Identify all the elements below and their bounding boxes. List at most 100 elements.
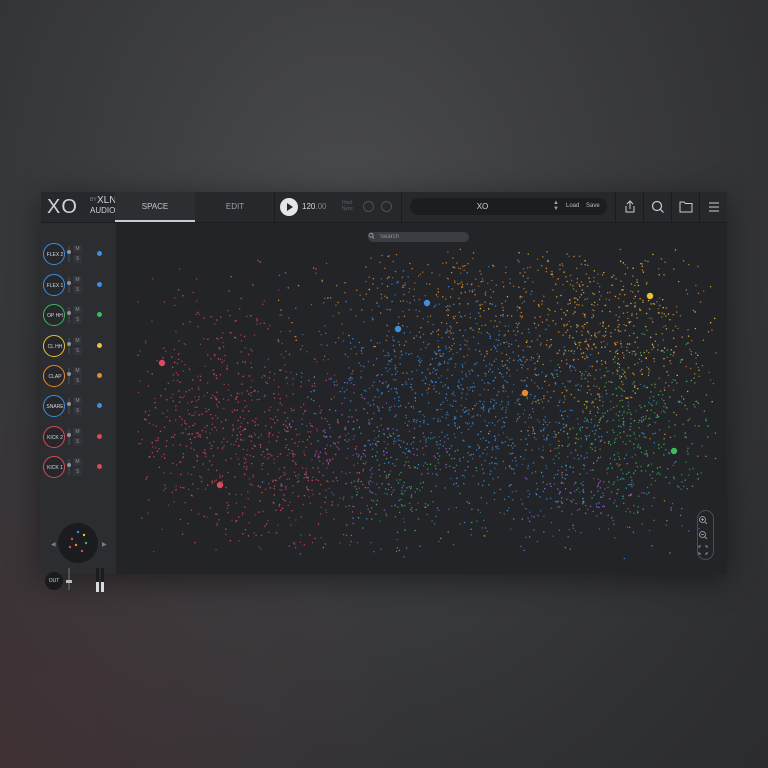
pad-color-dot [97, 434, 102, 439]
kit-selector[interactable]: XO ▲ ▼ Load Save [410, 198, 607, 215]
sync-play-icon[interactable] [381, 201, 392, 212]
pad-button[interactable]: FLEX 1 [43, 274, 65, 296]
menu-icon[interactable] [700, 192, 728, 222]
pad-button[interactable]: KICK 2 [43, 426, 65, 448]
selected-sample-marker[interactable] [394, 325, 402, 333]
selected-sample-marker[interactable] [646, 292, 654, 300]
folder-icon[interactable] [672, 192, 700, 222]
selected-sample-marker[interactable] [670, 447, 678, 455]
save-button[interactable]: Save [586, 203, 600, 209]
search-bar[interactable] [368, 232, 469, 242]
pad-label: FLEX 1 [46, 283, 64, 289]
pad-row[interactable]: KICK 1 MS [42, 456, 115, 482]
top-bar: XO BY XLN AUDIO SPACE EDIT 120.00 Host Sy… [41, 192, 727, 223]
pad-color-dot [97, 464, 102, 469]
logo-xln-text: XLN [97, 195, 117, 206]
tab-edit[interactable]: EDIT [195, 192, 275, 222]
chevron-right-icon[interactable]: ▶ [102, 541, 107, 548]
solo-button[interactable]: S [73, 255, 82, 263]
pad-row[interactable]: SNARE M S [42, 395, 115, 421]
sync-link-icon[interactable] [363, 201, 374, 212]
mute-button[interactable]: M [73, 458, 82, 466]
mute-button[interactable]: M [73, 306, 82, 314]
tempo-decimal: .00 [315, 202, 327, 211]
pad-sidebar: FLEX 2 M S FLEX 1 M S OP HH M S CL HH M S CLAP M S SNAR… [41, 223, 115, 592]
pattern-dial[interactable] [58, 523, 98, 563]
selected-sample-marker[interactable] [423, 299, 431, 307]
pad-row[interactable]: OP HH M S [42, 304, 115, 330]
share-icon[interactable] [616, 192, 644, 222]
chevron-left-icon[interactable]: ◀ [51, 541, 56, 548]
zoom-in-icon[interactable] [698, 515, 708, 525]
pad-color-dot [97, 343, 102, 348]
output-meter-right [101, 568, 104, 592]
mute-button[interactable]: M [73, 397, 82, 405]
pad-label: OP HH [47, 313, 63, 319]
load-button[interactable]: Load [566, 203, 579, 209]
zoom-out-icon[interactable] [698, 530, 708, 540]
mute-button[interactable]: M [73, 337, 82, 345]
pad-volume-slider[interactable] [67, 429, 71, 445]
pad-color-dot [97, 403, 102, 408]
pad-color-dot [97, 373, 102, 378]
pad-label: KICK 1 [47, 465, 63, 471]
pad-row[interactable]: CL HH M S [42, 335, 115, 361]
xo-app-window: XO BY XLN AUDIO SPACE EDIT 120.00 Host Sy… [41, 192, 727, 592]
logo-by-text: BY [90, 197, 97, 203]
pad-row[interactable]: CLAP M S [42, 365, 115, 391]
sample-space-map[interactable] [116, 223, 727, 574]
pad-label: CL HH [47, 344, 63, 350]
pad-volume-slider[interactable] [67, 338, 71, 354]
selected-sample-marker[interactable] [158, 359, 166, 367]
output-button[interactable]: OUT [45, 572, 63, 590]
pad-button[interactable]: OP HH [43, 304, 65, 326]
pad-volume-slider[interactable] [67, 246, 71, 262]
mute-button[interactable]: M [73, 428, 82, 436]
kit-up-down-icon[interactable]: ▲ ▼ [553, 200, 559, 212]
tab-space[interactable]: SPACE [115, 192, 195, 222]
pad-color-dot [97, 282, 102, 287]
pad-volume-slider[interactable] [67, 277, 71, 293]
pad-row[interactable]: FLEX 2 MS [42, 243, 115, 269]
pad-button[interactable]: FLEX 2 [43, 243, 65, 265]
pad-volume-slider[interactable] [67, 459, 71, 475]
search-icon[interactable] [644, 192, 672, 222]
zoom-controls [697, 510, 714, 560]
pad-button[interactable]: SNARE [43, 395, 65, 417]
pad-volume-slider[interactable] [67, 398, 71, 414]
pad-button[interactable]: CLAP [43, 365, 65, 387]
solo-button[interactable]: S [73, 316, 82, 324]
kit-name: XO [476, 202, 489, 211]
solo-button[interactable]: S [73, 407, 82, 415]
output-meter-left [96, 568, 99, 592]
search-input[interactable] [380, 232, 466, 242]
pad-label: SNARE [46, 404, 64, 410]
solo-button[interactable]: S [73, 377, 82, 385]
pad-button[interactable]: CL HH [43, 335, 65, 357]
pad-row[interactable]: FLEX 1 MS [42, 274, 115, 300]
output-fader[interactable] [66, 568, 72, 590]
selected-sample-marker[interactable] [216, 481, 224, 489]
host-sync-label: Host Sync [342, 200, 353, 212]
logo-xo-text: XO [47, 196, 78, 218]
pad-row[interactable]: KICK 2 MS [42, 426, 115, 452]
pad-button[interactable]: KICK 1 [43, 456, 65, 478]
selected-sample-marker[interactable] [521, 389, 529, 397]
play-button[interactable] [280, 198, 298, 216]
sample-scatter-map[interactable] [116, 223, 727, 574]
mute-button[interactable]: M [73, 276, 82, 284]
dial-dots [68, 530, 88, 553]
logo-audio-text: AUDIO [90, 206, 116, 215]
mute-button[interactable]: M [73, 367, 82, 375]
fit-view-icon[interactable] [698, 545, 708, 555]
mute-button[interactable]: M [73, 245, 82, 253]
pad-volume-slider[interactable] [67, 368, 71, 384]
solo-button[interactable]: S [73, 438, 82, 446]
pad-volume-slider[interactable] [67, 307, 71, 323]
host-sync-line2: Sync [342, 206, 354, 212]
tempo-display[interactable]: 120.00 [302, 202, 326, 211]
solo-button[interactable]: S [73, 468, 82, 476]
solo-button[interactable]: S [73, 347, 82, 355]
solo-button[interactable]: S [73, 286, 82, 294]
pad-label: KICK 2 [47, 435, 63, 441]
